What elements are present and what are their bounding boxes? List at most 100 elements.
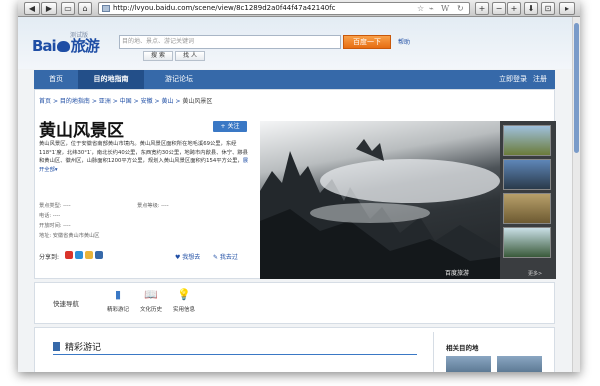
zoom-out-icon[interactable]: − bbox=[492, 2, 506, 15]
scene-content: 首页 > 目的地指南 > 亚洲 > 中国 > 安徽 > 黄山 > 黄山风景区 黄… bbox=[34, 89, 556, 279]
search-tab[interactable]: 搜 索 bbox=[143, 51, 173, 61]
find-people-tab[interactable]: 找 人 bbox=[175, 51, 205, 61]
wikipedia-icon[interactable]: W bbox=[441, 3, 449, 14]
breadcrumb-separator: > bbox=[91, 98, 97, 105]
baidu-travel-logo[interactable]: Bai 旅游 bbox=[32, 35, 100, 56]
logo-text: Bai bbox=[32, 37, 57, 55]
thumbnail[interactable] bbox=[503, 159, 551, 190]
description-text: 黄山风景区，位于安徽省南部黄山市境内。黄山风景区面积所在地毛溪69公里，东经11… bbox=[39, 141, 248, 165]
forward-icon[interactable]: ▶ bbox=[41, 2, 57, 15]
browser-toolbar: ◀ ▶ ▭ ⌂ http://lvyou.baidu.com/scene/vie… bbox=[18, 0, 580, 17]
section-title-text: 精彩游记 bbox=[65, 343, 102, 353]
page-title: 黄山风景区 bbox=[39, 121, 124, 141]
nav-forum[interactable]: 游记论坛 bbox=[144, 70, 214, 89]
breadcrumb-separator: > bbox=[52, 98, 58, 105]
share-label: 分享到: bbox=[39, 254, 60, 261]
web-page: Bai 旅游 测试版 目的地、景点、游记关键词 百度一下 帮助 搜 索 找 人 首… bbox=[18, 17, 572, 372]
been-there-button[interactable]: ✎ 我去过 bbox=[213, 252, 238, 261]
breadcrumb-china[interactable]: 中国 bbox=[120, 98, 132, 105]
breadcrumb-separator: > bbox=[175, 98, 181, 105]
logo-suffix: 旅游 bbox=[70, 37, 100, 55]
share-weibo-icon[interactable] bbox=[85, 251, 93, 259]
quick-nav-item-label: 精彩游记 bbox=[106, 307, 129, 313]
breadcrumb-guide[interactable]: 目的地指南 bbox=[60, 98, 90, 105]
thumbnail[interactable] bbox=[503, 193, 551, 224]
reload-icon[interactable]: ↻ bbox=[457, 3, 464, 14]
thumbnail[interactable] bbox=[503, 227, 551, 258]
register-link[interactable]: 注册 bbox=[530, 70, 550, 89]
more-photos-link[interactable]: 更多> bbox=[528, 270, 542, 277]
scrollbar-thumb[interactable] bbox=[574, 23, 579, 153]
breadcrumb-separator: > bbox=[133, 98, 139, 105]
quick-nav-culture[interactable]: 📖 文化历史 bbox=[134, 288, 168, 314]
back-icon[interactable]: ◀ bbox=[24, 2, 40, 15]
scene-hours: 开放时间: ---- bbox=[39, 223, 71, 229]
photo-watermark: 百度旅游 bbox=[445, 270, 470, 277]
scene-address: 地址: 安徽省黄山市黄山区 bbox=[39, 233, 100, 239]
quick-nav-practical[interactable]: 💡 实用信息 bbox=[167, 288, 201, 314]
site-header: Bai 旅游 测试版 目的地、景点、游记关键词 百度一下 帮助 搜 索 找 人 bbox=[18, 17, 572, 69]
share-qzone-icon[interactable] bbox=[75, 251, 83, 259]
thumbnail[interactable] bbox=[503, 125, 551, 156]
breadcrumb: 首页 > 目的地指南 > 亚洲 > 中国 > 安徽 > 黄山 > 黄山风景区 bbox=[39, 96, 212, 105]
photo-thumbnails bbox=[500, 121, 556, 279]
scene-level: 景点等级: ---- bbox=[137, 203, 169, 209]
breadcrumb-huangshan[interactable]: 黄山 bbox=[161, 98, 173, 105]
url-text: http://lvyou.baidu.com/scene/view/8c1289… bbox=[113, 4, 336, 12]
breadcrumb-home[interactable]: 首页 bbox=[39, 98, 51, 105]
nav-destination-guide[interactable]: 目的地指南 bbox=[78, 70, 144, 89]
url-bar[interactable]: http://lvyou.baidu.com/scene/view/8c1289… bbox=[98, 2, 470, 15]
sidebar-icon[interactable]: ▭ bbox=[61, 2, 75, 15]
breadcrumb-separator: > bbox=[112, 98, 118, 105]
login-link[interactable]: 立即登录 bbox=[498, 70, 528, 89]
help-link[interactable]: 帮助 bbox=[398, 37, 410, 46]
quick-nav-travelogues[interactable]: ▮ 精彩游记 bbox=[101, 288, 135, 314]
scene-type: 景点类型: ---- bbox=[39, 203, 71, 209]
quick-nav-item-label: 文化历史 bbox=[139, 307, 162, 313]
section-divider bbox=[53, 354, 417, 355]
travelogue-section: 精彩游记 相关目的地 bbox=[34, 327, 555, 372]
column-divider bbox=[433, 332, 434, 372]
section-marker-icon bbox=[53, 342, 60, 351]
feed-icon[interactable]: ⊡ bbox=[541, 2, 555, 15]
mountain-photo bbox=[260, 139, 500, 279]
main-nav: 首页 目的地指南 游记论坛 立即登录 注册 bbox=[34, 70, 555, 89]
related-destinations-title: 相关目的地 bbox=[446, 344, 479, 352]
scene-phone: 电话: ---- bbox=[39, 213, 61, 219]
share-renren-icon[interactable] bbox=[65, 251, 73, 259]
want-to-go-button[interactable]: ♥ 我想去 bbox=[175, 252, 200, 261]
nav-home[interactable]: 首页 bbox=[34, 70, 78, 89]
favicon-icon bbox=[102, 5, 110, 12]
related-destination-image[interactable] bbox=[446, 356, 491, 372]
scene-photo[interactable] bbox=[260, 121, 500, 279]
breadcrumb-anhui[interactable]: 安徽 bbox=[141, 98, 153, 105]
menu-icon[interactable]: ▸ bbox=[559, 2, 575, 15]
section-title: 精彩游记 bbox=[53, 340, 101, 353]
breadcrumb-asia[interactable]: 亚洲 bbox=[99, 98, 111, 105]
rss-icon[interactable]: ⌁ bbox=[429, 3, 434, 14]
paw-icon bbox=[56, 41, 70, 52]
lightbulb-icon: 💡 bbox=[177, 288, 191, 301]
beta-tag: 测试版 bbox=[70, 32, 89, 39]
open-book-icon: 📖 bbox=[144, 288, 158, 301]
quick-nav-label: 快速导航 bbox=[53, 300, 79, 308]
follow-button[interactable]: + 关注 bbox=[213, 121, 247, 132]
star-icon[interactable]: ☆ bbox=[417, 3, 424, 14]
breadcrumb-current: 黄山风景区 bbox=[182, 98, 213, 105]
book-icon: ▮ bbox=[114, 288, 122, 301]
quick-nav-item-label: 实用信息 bbox=[172, 307, 195, 313]
quick-nav: 快速导航 ▮ 精彩游记 📖 文化历史 💡 实用信息 bbox=[34, 282, 555, 324]
browser-window: ◀ ▶ ▭ ⌂ http://lvyou.baidu.com/scene/vie… bbox=[18, 0, 580, 372]
share-kaixin-icon[interactable] bbox=[95, 251, 103, 259]
search-button[interactable]: 百度一下 bbox=[343, 35, 391, 49]
vertical-scrollbar[interactable] bbox=[572, 17, 580, 372]
home-icon[interactable]: ⌂ bbox=[78, 2, 92, 15]
zoom-in-icon[interactable]: + bbox=[507, 2, 521, 15]
download-icon[interactable]: ⬇ bbox=[524, 2, 538, 15]
chevron-down-icon: ▾ bbox=[54, 166, 58, 173]
scene-description: 黄山风景区，位于安徽省南部黄山市境内。黄山风景区面积所在地毛溪69公里，东经11… bbox=[39, 140, 249, 174]
breadcrumb-separator: > bbox=[154, 98, 160, 105]
search-input[interactable]: 目的地、景点、游记关键词 bbox=[119, 35, 341, 49]
related-destination-image[interactable] bbox=[497, 356, 542, 372]
add-icon[interactable]: + bbox=[475, 2, 489, 15]
